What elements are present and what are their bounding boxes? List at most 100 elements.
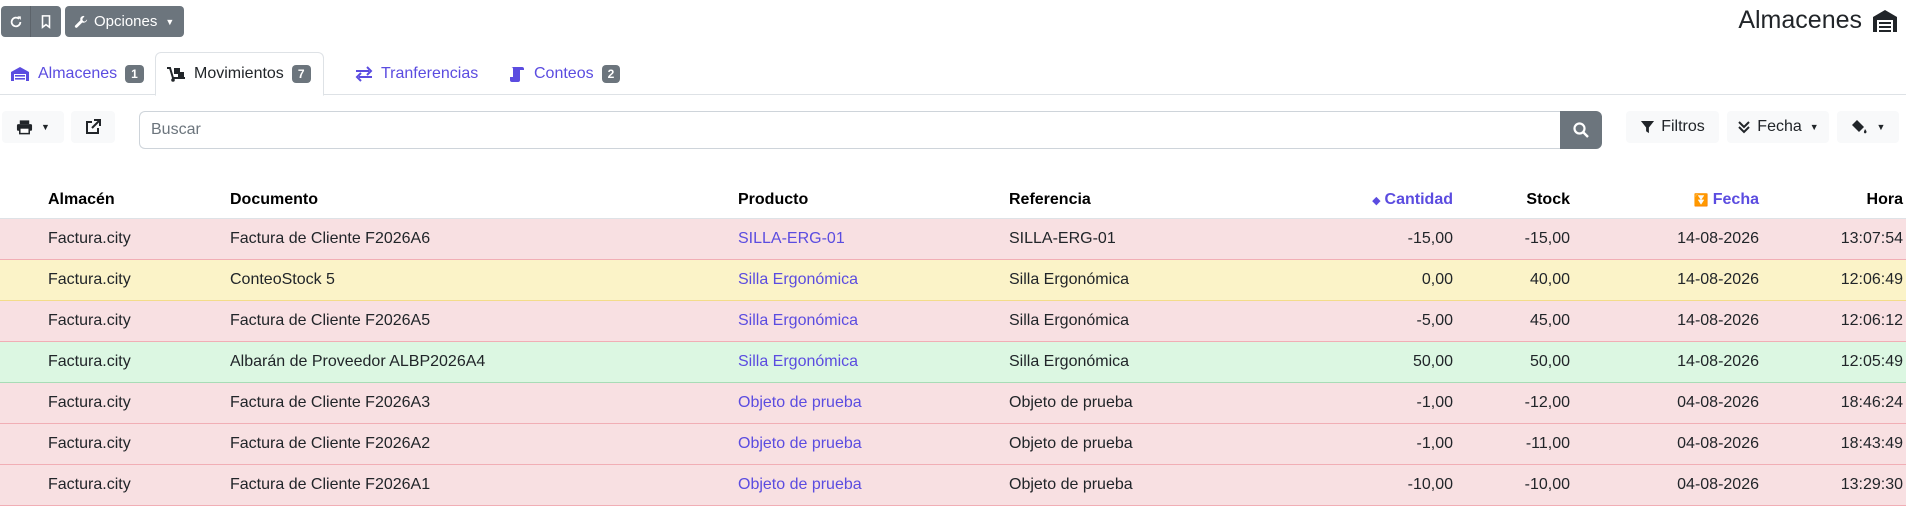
dolly-icon [166, 66, 186, 82]
export-button[interactable] [71, 111, 115, 143]
cell-producto-link[interactable]: Silla Ergonómica [738, 312, 858, 330]
table-row[interactable]: Factura.city Factura de Cliente F2026A5 Si… [0, 301, 1906, 342]
table-row[interactable]: Factura.city Factura de Cliente F2026A1 Ob… [0, 465, 1906, 506]
cell-producto-link[interactable]: Objeto de prueba [738, 394, 862, 412]
cell-almacen: Factura.city [48, 353, 131, 370]
cell-almacen: Factura.city [48, 230, 131, 247]
cell-hora: 12:06:12 [1840, 312, 1903, 329]
cell-referencia: Objeto de prueba [1009, 435, 1133, 452]
cell-stock: -12,00 [1524, 394, 1570, 411]
cell-fecha: 04-08-2026 [1677, 476, 1759, 493]
caret-down-icon: ▼ [41, 122, 50, 132]
tab-label: Movimientos [194, 65, 284, 82]
refresh-button[interactable] [1, 6, 31, 37]
column-header-label: Fecha [1712, 191, 1759, 208]
cell-referencia: Objeto de prueba [1009, 394, 1133, 411]
warehouse-icon [10, 66, 30, 82]
cell-stock: -10,00 [1524, 476, 1570, 493]
column-header-cantidad[interactable]: ◆ Cantidad [1372, 191, 1453, 209]
caret-down-icon: ▼ [1876, 122, 1886, 132]
cell-documento: Albarán de Proveedor ALBP2026A4 [230, 353, 486, 370]
tab-label: Conteos [534, 65, 594, 82]
cell-stock: -11,00 [1525, 435, 1570, 452]
table-row[interactable]: Factura.city ConteoStock 5 Silla Ergonómic… [0, 260, 1906, 301]
double-chevron-down-icon [1738, 121, 1751, 134]
print-button[interactable]: ▼ [2, 111, 64, 143]
cell-producto-link[interactable]: Objeto de prueba [738, 476, 862, 494]
column-header-fecha[interactable]: ⏬ Fecha [1694, 191, 1759, 209]
cell-documento: ConteoStock 5 [230, 271, 335, 288]
sort-button[interactable]: Fecha ▼ [1727, 111, 1829, 143]
sort-icon: ◆ [1372, 195, 1381, 207]
cell-stock: -15,00 [1524, 230, 1570, 247]
cell-producto-link[interactable]: SILLA-ERG-01 [738, 230, 845, 248]
cell-cantidad: -10,00 [1407, 476, 1453, 493]
search-icon [1573, 122, 1589, 138]
cell-referencia: SILLA-ERG-01 [1009, 230, 1116, 247]
cell-hora: 18:46:24 [1840, 394, 1903, 411]
exchange-icon [355, 66, 373, 82]
options-button[interactable]: Opciones ▼ [65, 6, 185, 37]
cell-referencia: Silla Ergonómica [1009, 271, 1130, 288]
sort-label: Fecha [1757, 118, 1802, 135]
bookmark-icon [41, 14, 51, 29]
wrench-icon [74, 15, 88, 28]
table-row[interactable]: Factura.city Albarán de Proveedor ALBP202… [0, 342, 1906, 383]
count-badge: 1 [125, 65, 144, 83]
page-title: Almacenes [1738, 6, 1862, 34]
cell-producto-link[interactable]: Silla Ergonómica [738, 271, 858, 289]
count-badge: 2 [601, 65, 621, 83]
movements-table: Almacén Documento Producto Referencia ◆ C… [0, 180, 1906, 506]
bookmark-button[interactable] [31, 6, 61, 37]
column-header-almacen[interactable]: Almacén [48, 191, 115, 209]
column-header-producto[interactable]: Producto [738, 191, 808, 209]
tab-label: Almacenes [38, 65, 118, 82]
tab-almacenes[interactable]: Almacenes 1 [0, 52, 156, 96]
colors-button[interactable]: ▼ [1837, 111, 1899, 143]
cell-cantidad: 0,00 [1421, 271, 1453, 288]
cell-producto-link[interactable]: Objeto de prueba [738, 435, 862, 453]
cell-documento: Factura de Cliente F2026A1 [230, 476, 431, 493]
cell-cantidad: 50,00 [1412, 353, 1453, 370]
options-label: Opciones [94, 13, 158, 30]
table-row[interactable]: Factura.city Factura de Cliente F2026A2 Ob… [0, 424, 1906, 465]
scroll-icon [508, 66, 526, 82]
tab-conteos[interactable]: Conteos 2 [498, 52, 632, 96]
cell-hora: 13:07:54 [1840, 230, 1903, 247]
sort-desc-icon: ⏬ [1693, 193, 1709, 207]
tab-transferencias[interactable]: Tranferencias [345, 52, 490, 96]
cell-referencia: Objeto de prueba [1009, 476, 1133, 493]
tab-movimientos[interactable]: Movimientos 7 [155, 52, 324, 96]
search-input[interactable] [139, 111, 1560, 149]
list-toolbar: ▼ Filtros Fecha ▼ ▼ [0, 95, 1906, 157]
cell-referencia: Silla Ergonómica [1009, 312, 1130, 329]
column-header-hora[interactable]: Hora [1867, 191, 1903, 209]
cell-hora: 12:06:49 [1840, 271, 1903, 288]
table-body: Factura.city Factura de Cliente F2026A6 SI… [0, 219, 1906, 506]
cell-stock: 50,00 [1529, 353, 1570, 370]
top-bar: Opciones ▼ Almacenes [0, 0, 1906, 46]
column-header-stock[interactable]: Stock [1526, 191, 1570, 209]
external-link-icon [86, 119, 101, 134]
filters-button[interactable]: Filtros [1626, 111, 1719, 143]
table-row[interactable]: Factura.city Factura de Cliente F2026A6 SI… [0, 219, 1906, 260]
cell-almacen: Factura.city [48, 476, 131, 493]
paint-bucket-icon [1851, 120, 1867, 134]
cell-cantidad: -1,00 [1416, 435, 1453, 452]
cell-cantidad: -1,00 [1416, 394, 1453, 411]
caret-down-icon: ▼ [165, 16, 175, 27]
table-row[interactable]: Factura.city Factura de Cliente F2026A3 Ob… [0, 383, 1906, 424]
cell-fecha: 04-08-2026 [1677, 394, 1759, 411]
search-button[interactable] [1560, 111, 1602, 149]
column-header-referencia[interactable]: Referencia [1009, 191, 1091, 209]
tab-bar: Almacenes 1 Movimientos 7 Tranferencias … [0, 46, 1906, 96]
refresh-icon [10, 15, 21, 27]
cell-hora: 13:29:30 [1840, 476, 1903, 493]
cell-stock: 40,00 [1529, 271, 1570, 288]
cell-producto-link[interactable]: Silla Ergonómica [738, 353, 858, 371]
column-header-documento[interactable]: Documento [230, 191, 318, 209]
count-badge: 7 [291, 65, 311, 83]
warehouse-icon [1873, 9, 1897, 32]
column-header-label: Cantidad [1384, 191, 1453, 208]
tab-label: Tranferencias [381, 65, 479, 82]
